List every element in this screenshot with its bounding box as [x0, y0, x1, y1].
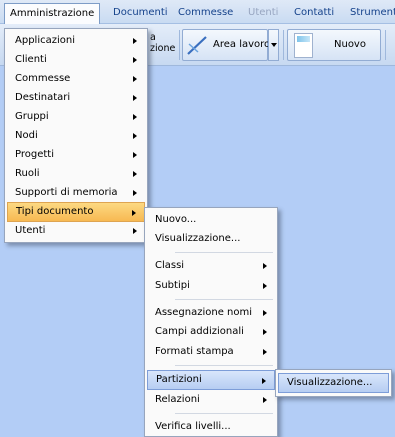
menu-item-assegnazione-nomi[interactable]: Assegnazione nomi [147, 303, 275, 323]
menu-item-label: Assegnazione nomi [155, 307, 253, 318]
submenu-arrow-icon [263, 283, 267, 289]
submenu-arrow-icon [263, 349, 267, 355]
toolbar-fragment-label: a zione [150, 32, 178, 54]
menu-item-label: Gruppi [15, 111, 49, 122]
menu-item-label: Destinatari [15, 92, 71, 103]
submenu-arrow-icon [133, 95, 137, 101]
submenu-arrow-icon [133, 114, 137, 120]
menu-item-label: Supporti di memoria [15, 187, 118, 198]
menu-item-nuovo[interactable]: Nuovo... [147, 210, 275, 230]
menu-tipi-documento-submenu: Nuovo... Visualizzazione... Classi Subti… [144, 207, 278, 437]
menu-item-formati-stampa[interactable]: Formati stampa [147, 342, 275, 362]
menu-strumenti[interactable]: Strumenti [345, 4, 395, 21]
area-lavoro-label: Area lavoro [213, 39, 271, 50]
menu-item-partizioni-visualizzazione[interactable]: Visualizzazione... [278, 373, 389, 393]
menu-item-classi[interactable]: Classi [147, 256, 275, 276]
menu-partizioni-submenu: Visualizzazione... [275, 369, 392, 397]
menu-item-label: Relazioni [155, 394, 200, 405]
menu-item-visualizzazione[interactable]: Visualizzazione... [147, 229, 275, 249]
submenu-arrow-icon [263, 397, 267, 403]
submenu-arrow-icon [133, 171, 137, 177]
menu-bar: Amministrazione Documenti Commesse Utent… [0, 0, 395, 24]
menu-item-label: Formati stampa [155, 346, 234, 357]
menu-item-relazioni[interactable]: Relazioni [147, 390, 275, 410]
menu-item-progetti[interactable]: Progetti [7, 145, 145, 165]
new-document-icon [294, 33, 313, 58]
submenu-arrow-icon [263, 329, 267, 335]
menu-item-label: Verifica livelli... [155, 421, 231, 432]
toolbar-separator-3 [385, 30, 386, 60]
menu-item-label: Nuovo... [155, 214, 197, 225]
menu-utenti: Utenti [248, 7, 279, 18]
toolbar-separator-2 [283, 30, 284, 60]
submenu-arrow-icon [133, 57, 137, 63]
area-lavoro-icon [187, 36, 207, 55]
toolbar-fragment-line2: zione [150, 43, 176, 54]
menu-contatti[interactable]: Contatti [289, 4, 339, 21]
menu-item-label: Classi [155, 260, 185, 271]
menu-item-commesse[interactable]: Commesse [7, 69, 145, 89]
menu-item-label: Subtipi [155, 280, 190, 291]
menu-separator [175, 299, 273, 300]
menu-amministrazione-dropdown: Applicazioni Clienti Commesse Destinatar… [4, 28, 148, 243]
menu-commesse[interactable]: Commesse [173, 4, 238, 21]
menu-amministrazione[interactable]: Amministrazione [4, 3, 101, 24]
menu-separator [175, 413, 273, 414]
nuovo-button[interactable]: Nuovo [287, 29, 381, 61]
menu-item-partizioni[interactable]: Partizioni [147, 370, 275, 390]
menu-item-ruoli[interactable]: Ruoli [7, 164, 145, 184]
nuovo-label: Nuovo [334, 39, 366, 50]
menu-separator [175, 365, 273, 366]
menu-item-label: Tipi documento [16, 206, 94, 217]
submenu-arrow-icon [133, 38, 137, 44]
menu-item-verifica-livelli[interactable]: Verifica livelli... [147, 417, 275, 437]
menu-item-label: Visualizzazione... [155, 233, 241, 244]
menu-item-destinatari[interactable]: Destinatari [7, 88, 145, 108]
menu-item-tipi-documento[interactable]: Tipi documento [7, 202, 145, 222]
menu-item-clienti[interactable]: Clienti [7, 50, 145, 70]
toolbar-fragment-line1: a [150, 32, 156, 43]
submenu-arrow-icon [262, 378, 266, 384]
menu-item-label: Nodi [15, 130, 38, 141]
submenu-arrow-icon [263, 263, 267, 269]
menu-documenti[interactable]: Documenti [108, 4, 173, 21]
menu-item-supporti-di-memoria[interactable]: Supporti di memoria [7, 183, 145, 203]
submenu-arrow-icon [132, 210, 136, 216]
menu-item-applicazioni[interactable]: Applicazioni [7, 31, 145, 51]
menu-item-label: Campi addizionali [155, 326, 244, 337]
area-lavoro-dropdown-button[interactable] [268, 29, 279, 61]
submenu-arrow-icon [133, 190, 137, 196]
menu-item-gruppi[interactable]: Gruppi [7, 107, 145, 127]
menu-item-label: Commesse [15, 73, 71, 84]
area-lavoro-button[interactable]: Area lavoro [182, 29, 271, 61]
submenu-arrow-icon [133, 133, 137, 139]
submenu-arrow-icon [133, 152, 137, 158]
menu-item-label: Partizioni [156, 374, 202, 385]
menu-item-label: Clienti [15, 54, 47, 65]
menu-item-label: Visualizzazione... [287, 377, 373, 388]
submenu-arrow-icon [133, 228, 137, 234]
toolbar-separator [179, 30, 180, 60]
submenu-arrow-icon [263, 310, 267, 316]
menu-item-utenti[interactable]: Utenti [7, 221, 145, 241]
submenu-arrow-icon [133, 76, 137, 82]
menu-item-subtipi[interactable]: Subtipi [147, 276, 275, 296]
menu-item-label: Applicazioni [15, 35, 75, 46]
menu-item-label: Ruoli [15, 168, 40, 179]
menu-item-label: Utenti [15, 225, 46, 236]
menu-item-label: Progetti [15, 149, 54, 160]
menu-item-nodi[interactable]: Nodi [7, 126, 145, 146]
menu-item-campi-addizionali[interactable]: Campi addizionali [147, 322, 275, 342]
menu-separator [175, 252, 273, 253]
